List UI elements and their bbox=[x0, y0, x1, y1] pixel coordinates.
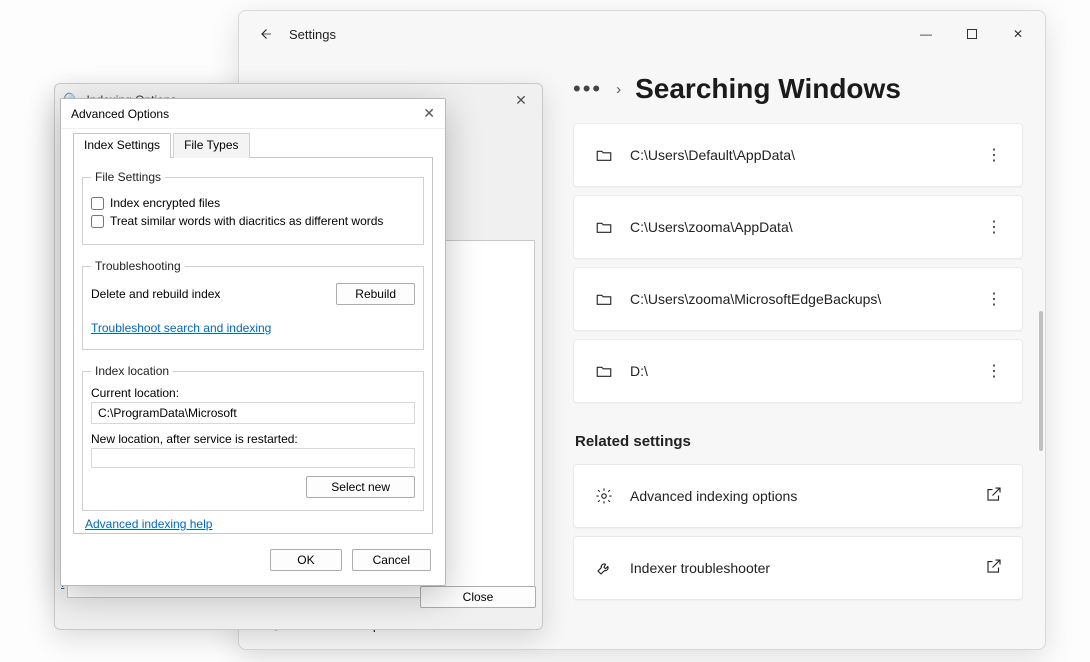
advanced-options-title: Advanced Options bbox=[71, 107, 169, 121]
diacritics-label: Treat similar words with diacritics as d… bbox=[110, 214, 383, 228]
folder-path: C:\Users\zooma\MicrosoftEdgeBackups\ bbox=[618, 291, 982, 307]
troubleshoot-link[interactable]: Troubleshoot search and indexing bbox=[91, 321, 271, 335]
folder-icon bbox=[590, 362, 618, 380]
tab-file-types[interactable]: File Types bbox=[173, 133, 249, 158]
dialog-buttons: OK Cancel bbox=[270, 549, 431, 571]
advanced-options-titlebar: Advanced Options ✕ bbox=[61, 99, 445, 129]
settings-app-title: Settings bbox=[289, 27, 336, 42]
breadcrumb-ellipsis[interactable]: ••• bbox=[573, 84, 602, 94]
excluded-folder-row[interactable]: D:\ ⋮ bbox=[573, 339, 1023, 403]
excluded-folder-row[interactable]: C:\Users\zooma\AppData\ ⋮ bbox=[573, 195, 1023, 259]
back-button[interactable] bbox=[243, 12, 287, 56]
tab-panel-index-settings: File Settings Index encrypted files Trea… bbox=[73, 157, 433, 534]
indexer-troubleshooter-row[interactable]: Indexer troubleshooter bbox=[573, 536, 1023, 600]
troubleshooting-group: Troubleshooting Delete and rebuild index… bbox=[82, 259, 424, 350]
cancel-button[interactable]: Cancel bbox=[352, 549, 431, 571]
more-button[interactable]: ⋮ bbox=[982, 217, 1006, 237]
chevron-right-icon: › bbox=[616, 81, 621, 98]
file-settings-legend: File Settings bbox=[91, 170, 165, 184]
related-label: Advanced indexing options bbox=[618, 488, 982, 504]
external-link-icon bbox=[982, 485, 1006, 508]
current-location-label: Current location: bbox=[91, 386, 415, 400]
tab-strip: Index Settings File Types bbox=[61, 133, 445, 158]
index-location-legend: Index location bbox=[91, 364, 173, 378]
ok-button[interactable]: OK bbox=[270, 549, 341, 571]
more-button[interactable]: ⋮ bbox=[982, 145, 1006, 165]
excluded-folder-row[interactable]: C:\Users\Default\AppData\ ⋮ bbox=[573, 123, 1023, 187]
excluded-folder-row[interactable]: C:\Users\zooma\MicrosoftEdgeBackups\ ⋮ bbox=[573, 267, 1023, 331]
index-encrypted-checkbox[interactable]: Index encrypted files bbox=[91, 196, 415, 210]
troubleshooting-legend: Troubleshooting bbox=[91, 259, 185, 273]
rebuild-button[interactable]: Rebuild bbox=[336, 283, 415, 305]
minimize-button[interactable]: — bbox=[903, 18, 949, 50]
scrollbar[interactable] bbox=[1039, 311, 1043, 451]
new-location-label: New location, after service is restarted… bbox=[91, 432, 415, 446]
page-title: Searching Windows bbox=[635, 73, 901, 105]
diacritics-checkbox[interactable]: Treat similar words with diacritics as d… bbox=[91, 214, 415, 228]
settings-content: ••• › Searching Windows C:\Users\Default… bbox=[551, 57, 1045, 649]
select-new-button[interactable]: Select new bbox=[306, 476, 415, 498]
close-button[interactable]: ✕ bbox=[995, 18, 1041, 50]
indexing-close-button[interactable]: Close bbox=[420, 586, 536, 608]
gear-icon bbox=[590, 487, 618, 505]
diacritics-input[interactable] bbox=[91, 215, 104, 228]
folder-path: D:\ bbox=[618, 363, 982, 379]
folder-icon bbox=[590, 146, 618, 164]
advanced-indexing-options-row[interactable]: Advanced indexing options bbox=[573, 464, 1023, 528]
current-location-value: C:\ProgramData\Microsoft bbox=[91, 402, 415, 424]
close-button[interactable]: ✕ bbox=[500, 92, 542, 109]
breadcrumb: ••• › Searching Windows bbox=[573, 63, 1023, 123]
tab-index-settings[interactable]: Index Settings bbox=[73, 133, 171, 158]
arrow-left-icon bbox=[256, 25, 274, 43]
folder-path: C:\Users\zooma\AppData\ bbox=[618, 219, 982, 235]
maximize-button[interactable] bbox=[949, 18, 995, 50]
external-link-icon bbox=[982, 557, 1006, 580]
related-settings-heading: Related settings bbox=[575, 433, 1023, 450]
folder-icon bbox=[590, 290, 618, 308]
close-button[interactable]: ✕ bbox=[423, 105, 435, 122]
maximize-icon bbox=[966, 28, 978, 40]
wrench-icon bbox=[590, 559, 618, 577]
index-encrypted-label: Index encrypted files bbox=[110, 196, 220, 210]
more-button[interactable]: ⋮ bbox=[982, 289, 1006, 309]
delete-rebuild-label: Delete and rebuild index bbox=[91, 287, 220, 301]
advanced-options-dialog: Advanced Options ✕ Index Settings File T… bbox=[60, 98, 446, 586]
file-settings-group: File Settings Index encrypted files Trea… bbox=[82, 170, 424, 245]
window-controls: — ✕ bbox=[903, 18, 1041, 50]
index-encrypted-input[interactable] bbox=[91, 197, 104, 210]
index-location-group: Index location Current location: C:\Prog… bbox=[82, 364, 424, 511]
settings-titlebar: Settings — ✕ bbox=[239, 11, 1045, 57]
folder-path: C:\Users\Default\AppData\ bbox=[618, 147, 982, 163]
more-button[interactable]: ⋮ bbox=[982, 361, 1006, 381]
advanced-indexing-help-link[interactable]: Advanced indexing help bbox=[85, 517, 212, 531]
folder-icon bbox=[590, 218, 618, 236]
new-location-value bbox=[91, 448, 415, 468]
related-label: Indexer troubleshooter bbox=[618, 560, 982, 576]
